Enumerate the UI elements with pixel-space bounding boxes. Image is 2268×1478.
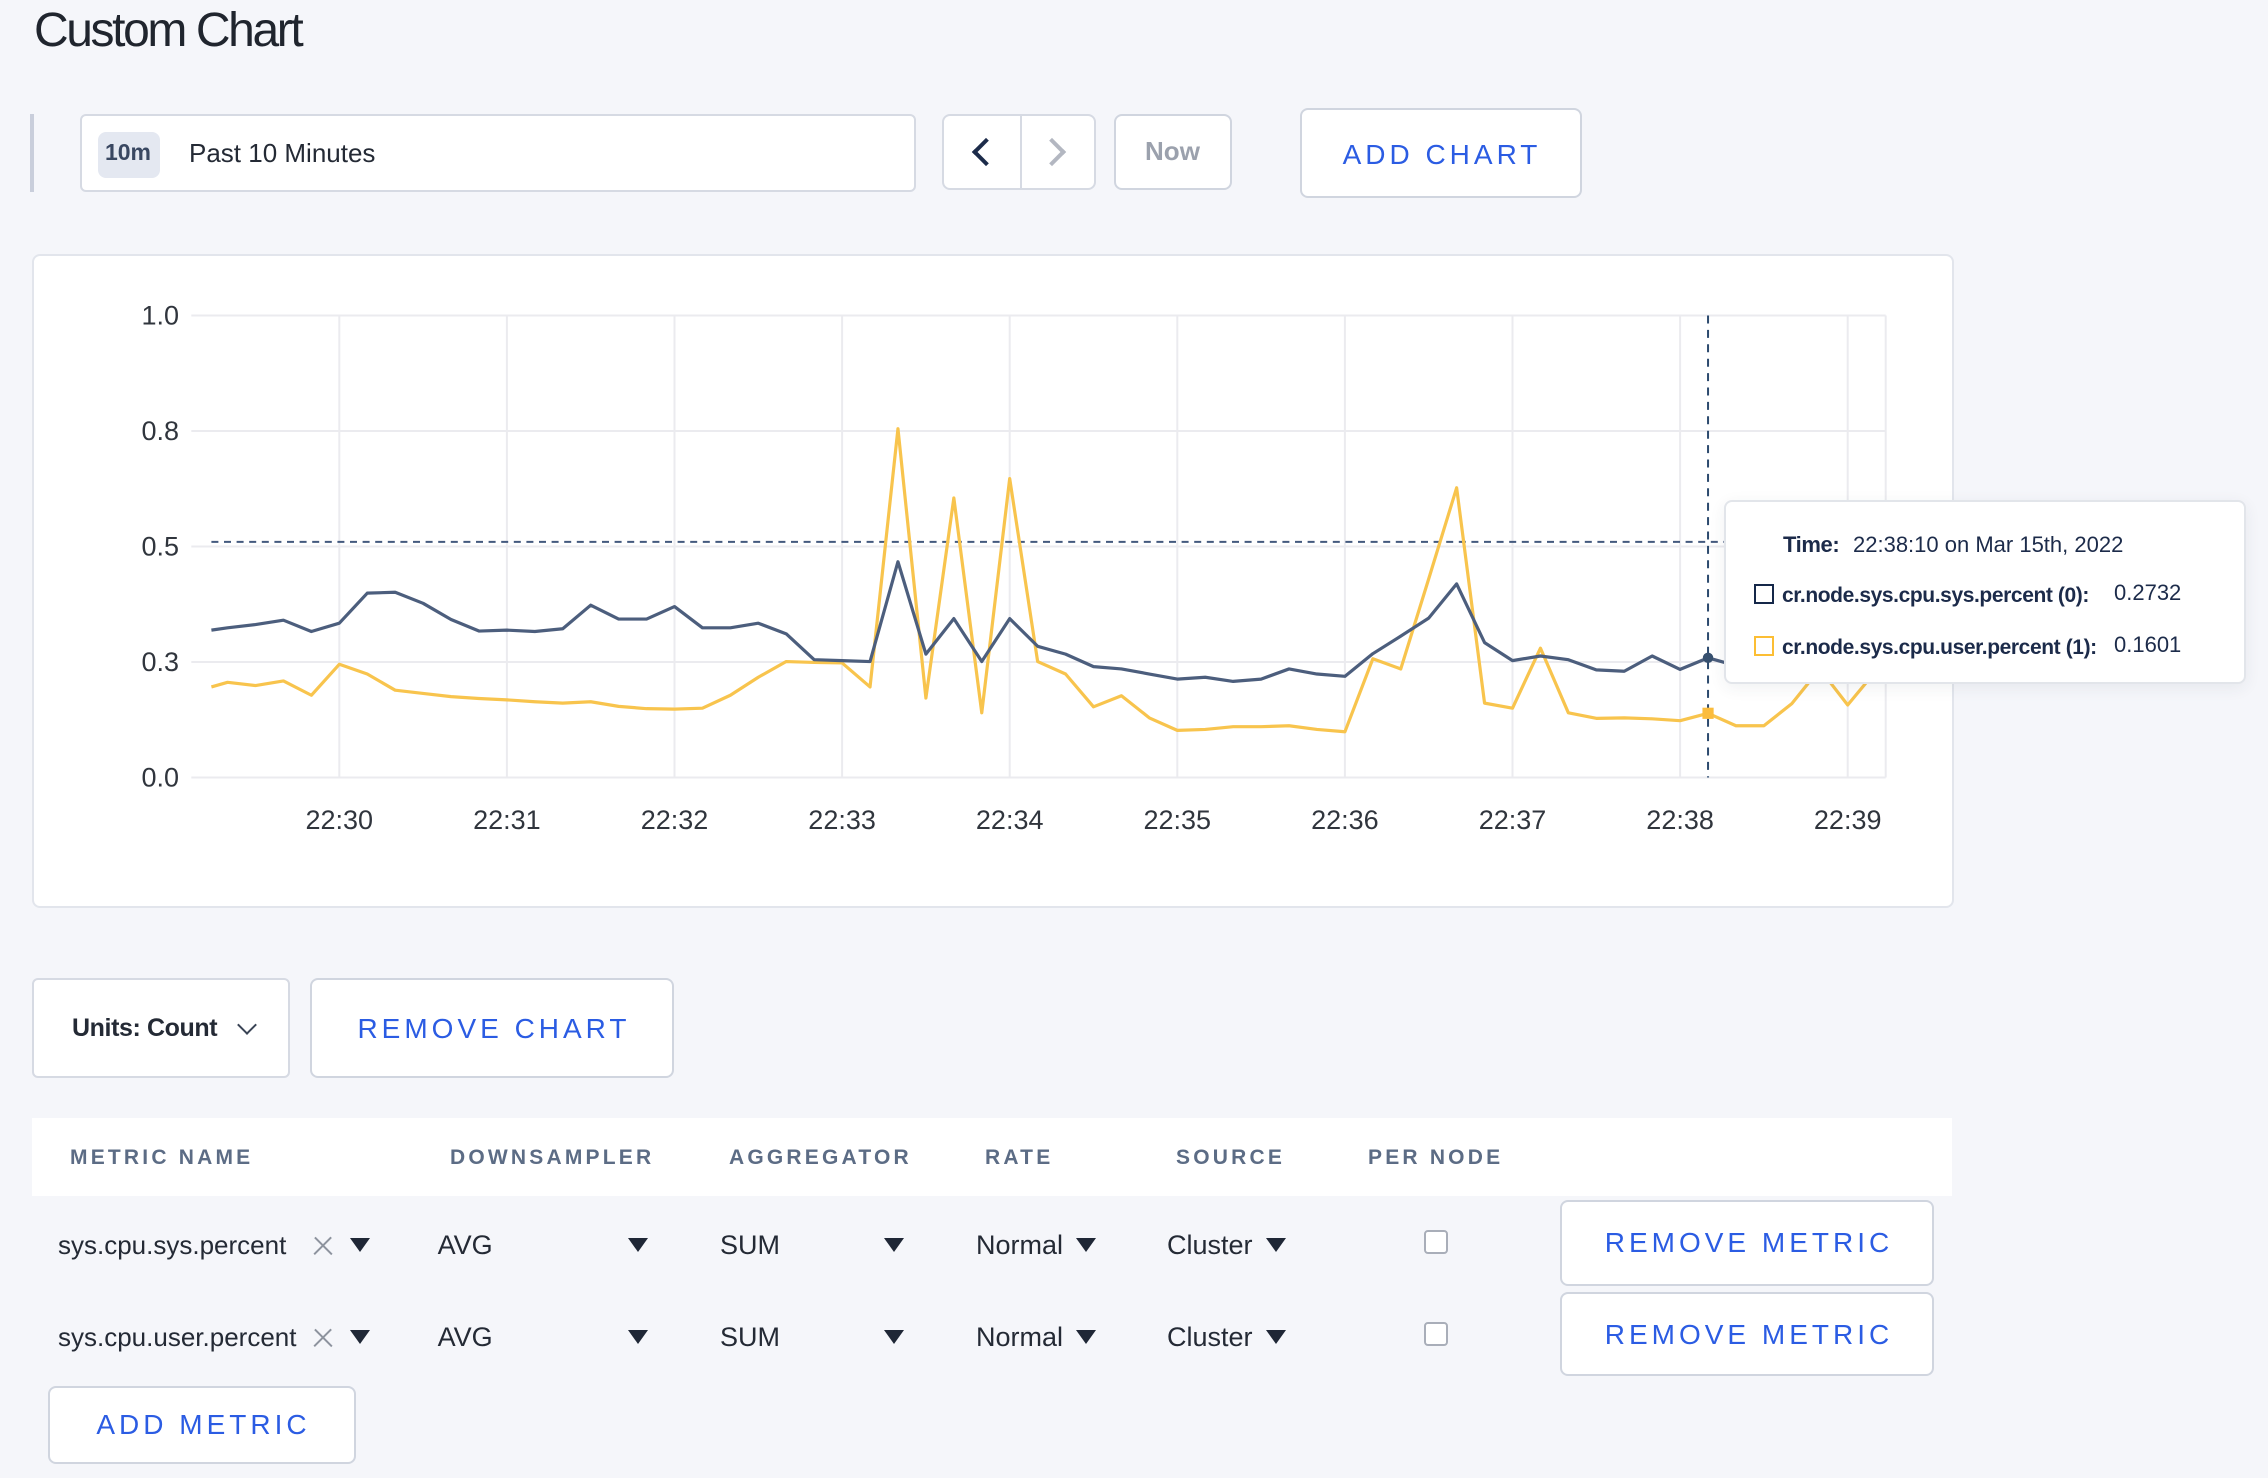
svg-text:22:35: 22:35	[1144, 805, 1212, 835]
svg-text:22:32: 22:32	[641, 805, 709, 835]
svg-text:0.3: 0.3	[141, 647, 179, 677]
svg-text:1.0: 1.0	[141, 301, 179, 331]
svg-text:22:33: 22:33	[808, 805, 876, 835]
svg-text:0.0: 0.0	[141, 763, 179, 793]
svg-text:0.8: 0.8	[141, 416, 179, 446]
svg-text:22:31: 22:31	[473, 805, 541, 835]
svg-text:22:39: 22:39	[1814, 805, 1882, 835]
svg-text:22:37: 22:37	[1479, 805, 1547, 835]
svg-text:22:30: 22:30	[306, 805, 374, 835]
svg-text:22:38: 22:38	[1646, 805, 1714, 835]
svg-text:0.5: 0.5	[141, 532, 179, 562]
svg-text:22:36: 22:36	[1311, 805, 1379, 835]
svg-text:22:34: 22:34	[976, 805, 1044, 835]
